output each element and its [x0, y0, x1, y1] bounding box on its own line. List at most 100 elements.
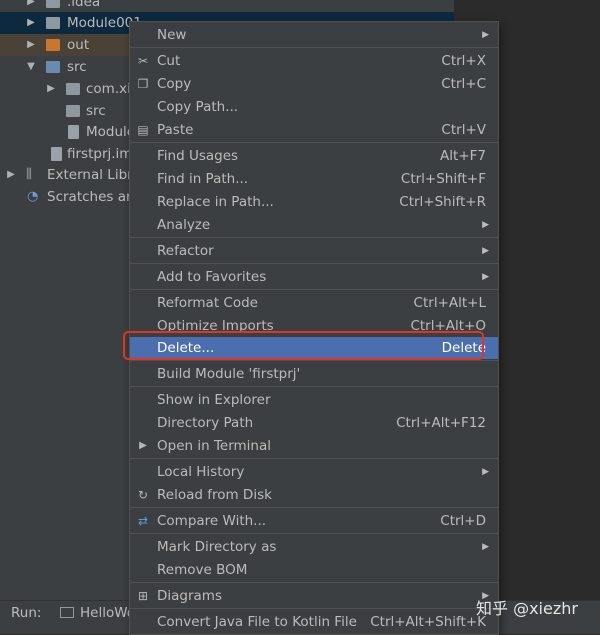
- expand-arrow-icon[interactable]: ▶: [26, 34, 36, 56]
- menu-item-label: Mark Directory as: [157, 539, 277, 555]
- menu-item-open-in-terminal[interactable]: ▶ Open in Terminal: [130, 435, 498, 457]
- menu-item-find-usages[interactable]: Find Usages Alt+F7: [130, 145, 498, 167]
- menu-item-label: Show in Explorer: [157, 392, 271, 408]
- menu-separator: [130, 360, 498, 361]
- menu-item-convert-to-kotlin[interactable]: Convert Java File to Kotlin File Ctrl+Al…: [130, 611, 498, 633]
- folder-icon: [46, 0, 60, 8]
- menu-item-cut[interactable]: ✂ Cut Ctrl+X: [130, 50, 498, 72]
- scissors-icon: ✂: [137, 54, 149, 68]
- menu-item-build-module[interactable]: Build Module 'firstprj': [130, 363, 498, 385]
- menu-item-label: New: [157, 27, 187, 43]
- menu-item-label: Diagrams: [157, 588, 222, 604]
- menu-item-local-history[interactable]: Local History ▶: [130, 461, 498, 483]
- tree-label: out: [67, 37, 90, 53]
- menu-separator: [130, 507, 498, 508]
- menu-item-label: Analyze: [157, 217, 211, 233]
- menu-item-new[interactable]: New ▶: [130, 24, 498, 46]
- menu-item-shortcut: Ctrl+Shift+R: [399, 194, 486, 210]
- menu-item-label: Add to Favorites: [157, 269, 267, 285]
- menu-item-label: Open in Terminal: [157, 438, 271, 454]
- menu-separator: [130, 142, 498, 143]
- menu-item-shortcut: Ctrl+D: [440, 513, 486, 529]
- scratches-icon: ◔: [27, 189, 39, 204]
- menu-separator: [130, 533, 498, 534]
- menu-item-analyze[interactable]: Analyze ▶: [130, 214, 498, 236]
- menu-item-label: Compare With...: [157, 513, 267, 529]
- watermark: 知乎 @xiezhr: [476, 599, 578, 618]
- submenu-arrow-icon: ▶: [482, 542, 489, 552]
- menu-item-reload-from-disk[interactable]: ↻ Reload from Disk: [130, 484, 498, 506]
- menu-item-mark-directory-as[interactable]: Mark Directory as ▶: [130, 536, 498, 558]
- terminal-icon: ▶: [139, 440, 147, 451]
- menu-item-paste[interactable]: ▤ Paste Ctrl+V: [130, 119, 498, 141]
- expand-arrow-icon[interactable]: ▶: [26, 12, 36, 34]
- menu-item-shortcut: Ctrl+Alt+F12: [396, 415, 486, 431]
- run-label: Run:: [11, 605, 42, 621]
- folder-icon: [46, 17, 60, 29]
- menu-item-shortcut: Ctrl+Alt+L: [413, 295, 486, 311]
- expand-arrow-icon[interactable]: ▶: [6, 164, 16, 186]
- menu-separator: [130, 237, 498, 238]
- menu-separator: [130, 47, 498, 48]
- menu-item-label: Refactor: [157, 243, 214, 259]
- menu-separator: [130, 608, 498, 609]
- menu-item-add-to-favorites[interactable]: Add to Favorites ▶: [130, 266, 498, 288]
- package-icon: [66, 83, 80, 95]
- menu-separator: [130, 289, 498, 290]
- tree-label: src: [86, 103, 106, 119]
- menu-item-label: Replace in Path...: [157, 194, 274, 210]
- menu-separator: [130, 582, 498, 583]
- copy-icon: ❐: [137, 77, 149, 91]
- menu-item-reformat-code[interactable]: Reformat Code Ctrl+Alt+L: [130, 292, 498, 314]
- menu-item-shortcut: Ctrl+V: [441, 122, 486, 138]
- tree-label: src: [67, 59, 87, 75]
- menu-item-remove-bom[interactable]: Remove BOM: [130, 559, 498, 581]
- collapse-arrow-icon[interactable]: ▼: [26, 56, 36, 78]
- file-icon: [68, 125, 79, 139]
- reload-icon: ↻: [137, 488, 149, 502]
- tree-label: Module: [86, 124, 136, 140]
- menu-item-directory-path[interactable]: Directory Path Ctrl+Alt+F12: [130, 412, 498, 434]
- menu-item-label: Find in Path...: [157, 171, 249, 187]
- menu-item-label: Build Module 'firstprj': [157, 366, 301, 382]
- folder-icon: [46, 39, 60, 51]
- folder-icon: [46, 61, 60, 73]
- menu-item-shortcut: Ctrl+Alt+Shift+K: [370, 614, 486, 630]
- menu-item-label: Convert Java File to Kotlin File: [157, 614, 357, 630]
- menu-item-find-in-path[interactable]: Find in Path... Ctrl+Shift+F: [130, 168, 498, 190]
- expand-arrow-icon[interactable]: ▶: [46, 78, 56, 100]
- menu-item-label: Reload from Disk: [157, 487, 272, 503]
- menu-item-shortcut: Ctrl+X: [441, 53, 486, 69]
- submenu-arrow-icon: ▶: [482, 272, 489, 282]
- menu-item-label: Directory Path: [157, 415, 254, 431]
- compare-icon: ⇄: [137, 514, 149, 528]
- menu-item-label: Copy: [157, 76, 192, 92]
- submenu-arrow-icon: ▶: [482, 30, 489, 40]
- annotation-highlight-box: [123, 331, 484, 360]
- menu-item-compare-with[interactable]: ⇄ Compare With... Ctrl+D: [130, 510, 498, 532]
- tree-label: External Libra: [47, 167, 141, 183]
- menu-item-label: Paste: [157, 122, 194, 138]
- menu-item-label: Cut: [157, 53, 181, 69]
- menu-item-diagrams[interactable]: ⊞ Diagrams ▶: [130, 585, 498, 607]
- menu-item-refactor[interactable]: Refactor ▶: [130, 240, 498, 262]
- tree-label: firstprj.iml: [67, 146, 137, 162]
- menu-item-replace-in-path[interactable]: Replace in Path... Ctrl+Shift+R: [130, 191, 498, 213]
- menu-item-shortcut: Ctrl+C: [441, 76, 486, 92]
- file-icon: [51, 147, 62, 161]
- console-icon: [60, 607, 74, 618]
- menu-separator: [130, 386, 498, 387]
- menu-item-label: Reformat Code: [157, 295, 258, 311]
- menu-item-shortcut: Ctrl+Shift+F: [400, 171, 486, 187]
- submenu-arrow-icon: ▶: [482, 246, 489, 256]
- submenu-arrow-icon: ▶: [482, 220, 489, 230]
- menu-item-show-in-explorer[interactable]: Show in Explorer: [130, 389, 498, 411]
- context-menu: New ▶ ✂ Cut Ctrl+X ❐ Copy Ctrl+C Copy Pa…: [129, 21, 499, 635]
- diagram-icon: ⊞: [137, 589, 149, 603]
- paste-icon: ▤: [137, 123, 149, 137]
- menu-item-copy[interactable]: ❐ Copy Ctrl+C: [130, 73, 498, 95]
- menu-separator: [130, 263, 498, 264]
- menu-item-label: Local History: [157, 464, 245, 480]
- menu-item-label: Remove BOM: [157, 562, 248, 578]
- menu-item-copy-path[interactable]: Copy Path...: [130, 96, 498, 118]
